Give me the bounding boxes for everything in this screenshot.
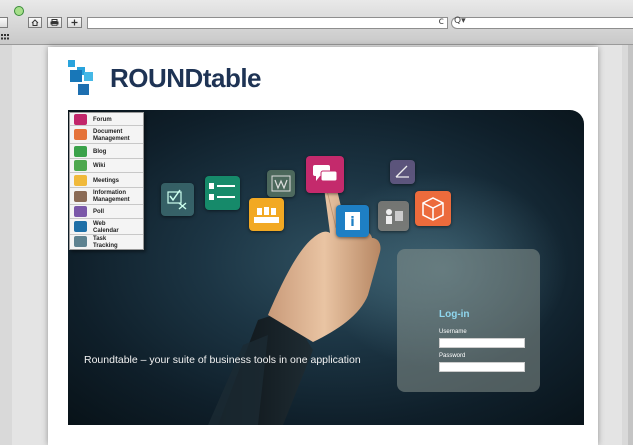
- menu-item-label: Wiki: [93, 163, 106, 169]
- feature-menu: Forum Document Management Blog Wiki Meet…: [69, 112, 144, 250]
- checklist-app-icon[interactable]: [161, 183, 194, 216]
- new-tab-button[interactable]: [67, 17, 82, 28]
- logo-icon: [68, 60, 93, 95]
- menu-item-blog[interactable]: Blog: [70, 144, 143, 159]
- scrollbar[interactable]: [628, 45, 633, 445]
- print-button[interactable]: [47, 17, 62, 28]
- menu-item-label: Meetings: [93, 178, 120, 184]
- document-app-icon[interactable]: [415, 191, 451, 226]
- qa-icon: [209, 183, 235, 200]
- password-field[interactable]: [439, 362, 525, 372]
- login-title: Log-in: [439, 309, 470, 320]
- hero-banner: Forum Document Management Blog Wiki Meet…: [68, 110, 584, 425]
- menu-item-meetings[interactable]: Meetings: [70, 173, 143, 188]
- home-button[interactable]: [28, 17, 42, 28]
- menu-item-web-calendar[interactable]: Web Calendar: [70, 219, 143, 235]
- menu-item-label: Blog: [93, 149, 107, 155]
- checklist-icon: [167, 189, 187, 210]
- plus-icon: [71, 19, 78, 26]
- password-label: Password: [439, 353, 466, 359]
- people-app-icon[interactable]: [378, 201, 409, 231]
- forum-icon: [74, 114, 87, 125]
- menu-item-poll[interactable]: Poll: [70, 205, 143, 219]
- document-icon: [74, 129, 87, 140]
- reload-icon[interactable]: c: [439, 16, 445, 27]
- address-bar[interactable]: c: [87, 16, 448, 29]
- hero-tagline: Roundtable – your suite of business tool…: [84, 354, 361, 366]
- forum-app-icon[interactable]: [306, 156, 344, 193]
- poll-app-icon[interactable]: [390, 160, 415, 184]
- menu-item-wiki[interactable]: Wiki: [70, 159, 143, 173]
- logo-text: ROUNDtable: [110, 63, 262, 93]
- chat-bubbles-icon: [313, 165, 338, 182]
- username-label: Username: [439, 329, 467, 335]
- bookmarks-grid-icon[interactable]: [1, 34, 9, 40]
- info-icon: i: [345, 212, 360, 230]
- menu-item-label: Forum: [93, 117, 112, 123]
- wiki-icon: [74, 160, 87, 171]
- print-icon: [50, 19, 59, 26]
- browser-toolbar: c Q▾: [0, 0, 633, 45]
- box-icon: [422, 197, 444, 221]
- username-field[interactable]: [439, 338, 525, 348]
- login-panel: Log-in Username Password: [397, 249, 540, 392]
- home-icon: [31, 19, 39, 26]
- svg-text:i: i: [350, 215, 354, 230]
- pencil-icon: [395, 165, 409, 178]
- poll-icon: [74, 206, 87, 217]
- menu-item-label: Web Calendar: [93, 221, 119, 234]
- back-button[interactable]: [0, 17, 8, 28]
- menu-item-label: Poll: [93, 209, 105, 215]
- menu-item-label: Information Management: [93, 190, 130, 203]
- calendar-icon: [74, 221, 87, 232]
- people-icon: [386, 209, 403, 224]
- window-zoom-button[interactable]: [14, 6, 24, 16]
- menu-item-forum[interactable]: Forum: [70, 113, 143, 126]
- menu-item-information-management[interactable]: Information Management: [70, 188, 143, 205]
- menu-item-document-management[interactable]: Document Management: [70, 126, 143, 144]
- menu-item-task-tracking[interactable]: Task Tracking: [70, 235, 143, 249]
- menu-item-label: Document Management: [93, 129, 130, 142]
- information-icon: [74, 191, 87, 202]
- task-icon: [74, 236, 87, 247]
- menu-item-label: Task Tracking: [93, 236, 118, 249]
- wiki-w-icon: [271, 175, 291, 192]
- qa-app-icon[interactable]: [205, 176, 240, 210]
- search-icon[interactable]: Q▾: [454, 16, 466, 26]
- information-app-icon[interactable]: i: [336, 205, 369, 237]
- meetings-icon: [74, 175, 87, 186]
- bookmarks-bar: [0, 32, 633, 44]
- blog-icon: [74, 146, 87, 157]
- search-field[interactable]: Q▾: [451, 16, 633, 29]
- wiki-app-icon[interactable]: [267, 170, 295, 197]
- meetings-app-icon[interactable]: [249, 198, 284, 231]
- table-meeting-icon: [254, 207, 279, 223]
